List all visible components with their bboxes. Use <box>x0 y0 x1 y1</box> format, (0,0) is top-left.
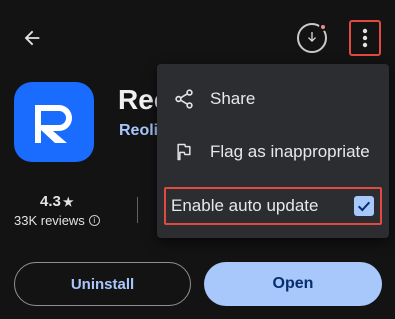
info-icon: i <box>88 215 100 226</box>
back-button[interactable] <box>14 22 50 54</box>
stats-divider <box>137 197 138 223</box>
download-button[interactable] <box>297 23 327 53</box>
reviews-label: 33K reviews <box>14 213 85 228</box>
download-icon <box>308 32 316 42</box>
arrow-back-icon <box>24 30 40 46</box>
flag-icon <box>172 140 196 164</box>
app-icon <box>14 82 94 162</box>
more-options-button[interactable] <box>349 20 381 56</box>
check-icon <box>357 201 371 212</box>
rating: 4.3 ★ <box>40 193 74 210</box>
uninstall-button[interactable]: Uninstall <box>14 262 191 306</box>
menu-item-auto-update[interactable]: Enable auto update <box>164 187 382 225</box>
auto-update-checkbox[interactable] <box>354 196 374 216</box>
open-button[interactable]: Open <box>204 262 382 306</box>
notification-dot <box>319 23 327 31</box>
menu-item-label: Enable auto update <box>171 196 319 215</box>
reviews-count[interactable]: 33K reviews i <box>14 213 100 228</box>
share-icon <box>172 87 196 111</box>
menu-item-label: Share <box>210 89 256 108</box>
menu-item-label: Flag as inappropriate <box>210 142 370 161</box>
app-logo <box>35 105 72 143</box>
rating-value: 4.3 <box>40 193 61 210</box>
overflow-menu: Share Flag as inappropriate Enable auto … <box>157 64 389 238</box>
more-vert-icon <box>362 28 368 48</box>
menu-item-share[interactable]: Share <box>157 79 389 119</box>
star-icon: ★ <box>62 194 74 209</box>
menu-item-flag[interactable]: Flag as inappropriate <box>157 132 389 172</box>
